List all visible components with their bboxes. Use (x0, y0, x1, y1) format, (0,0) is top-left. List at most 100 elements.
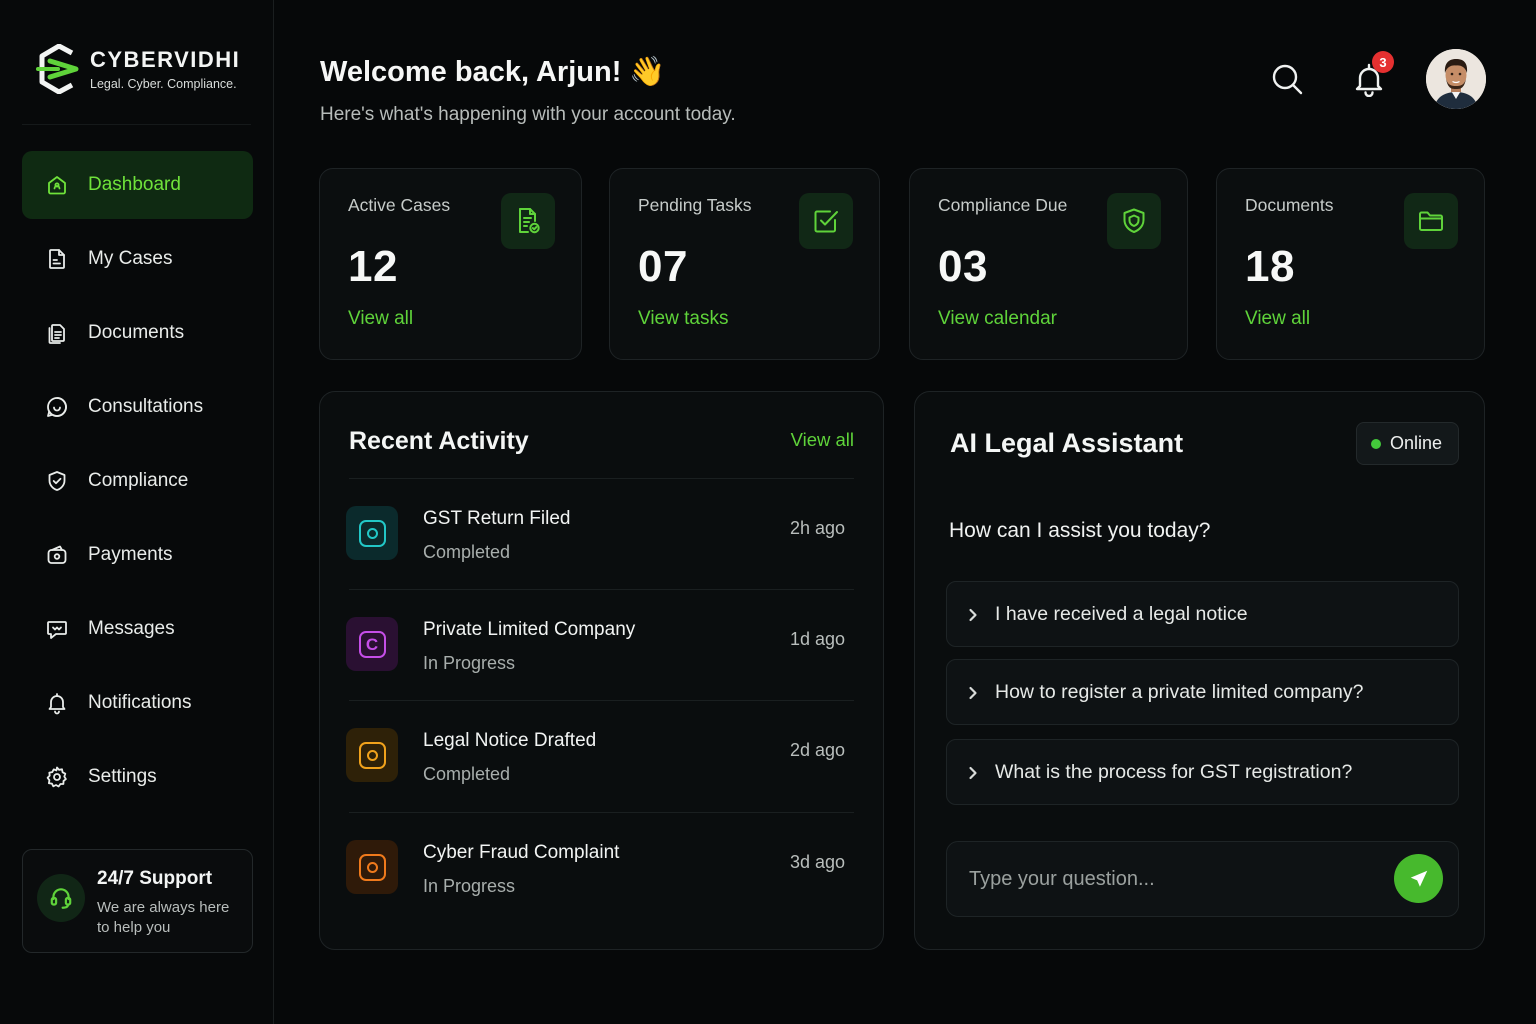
shield-check-icon (44, 468, 70, 494)
cybervidhi-logo-icon (36, 44, 79, 94)
activity-item[interactable]: C Private Limited Company In Progress 1d… (346, 615, 845, 705)
activity-item[interactable]: Legal Notice Drafted Completed 2d ago (346, 726, 845, 816)
brand-logo-block[interactable]: CYBERVIDHI Legal. Cyber. Compliance. (36, 44, 240, 94)
sidebar-item-payments[interactable]: Payments (22, 521, 253, 589)
activity-status-icon: C (346, 617, 398, 671)
folder-icon (1404, 193, 1458, 249)
suggestion-register-company[interactable]: How to register a private limited compan… (946, 659, 1459, 725)
support-text: We are always here to help you (97, 899, 230, 936)
activity-time: 2d ago (789, 740, 845, 760)
view-all-activity-link[interactable]: View all (791, 429, 854, 451)
view-calendar-link[interactable]: View calendar (938, 308, 1057, 330)
stat-card-compliance-due: Compliance Due 03 View calendar (909, 168, 1188, 360)
stat-card-pending-tasks: Pending Tasks 07 View tasks (609, 168, 880, 360)
chevron-right-icon (965, 684, 981, 700)
status-badge: Online (1355, 422, 1459, 465)
stat-value: 12 (348, 242, 398, 291)
activity-time: 1d ago (789, 629, 845, 649)
sidebar-item-label: Settings (88, 766, 157, 787)
chevron-right-icon (965, 606, 981, 622)
activity-item[interactable]: GST Return Filed Completed 2h ago (346, 504, 845, 594)
sidebar-item-dashboard[interactable]: Dashboard (22, 151, 253, 219)
sidebar-item-consultations[interactable]: Consultations (22, 373, 253, 441)
stat-value: 18 (1245, 242, 1295, 291)
page-title: Welcome back, Arjun! 👋 (320, 56, 666, 88)
consultation-icon (44, 394, 70, 420)
case-file-icon (44, 246, 70, 272)
notification-badge: 3 (1372, 51, 1394, 73)
recent-activity-title: Recent Activity (349, 427, 529, 455)
activity-status: In Progress (423, 876, 516, 896)
divider (22, 124, 251, 125)
activity-item[interactable]: Cyber Fraud Complaint In Progress 3d ago (346, 838, 845, 928)
activity-title: GST Return Filed (423, 508, 571, 529)
stat-value: 07 (638, 242, 688, 291)
activity-status: Completed (423, 764, 511, 784)
stat-value: 03 (938, 242, 988, 291)
send-icon (1410, 870, 1427, 887)
suggestion-text: How to register a private limited compan… (995, 680, 1364, 703)
sidebar-item-my-cases[interactable]: My Cases (22, 225, 253, 293)
question-input[interactable] (947, 842, 1387, 916)
sidebar-item-settings[interactable]: Settings (22, 743, 253, 811)
brand-name: CYBERVIDHI (90, 47, 241, 72)
divider (349, 589, 854, 590)
sidebar-item-label: Notifications (88, 692, 192, 713)
activity-status-icon (346, 728, 398, 782)
support-title: 24/7 Support (97, 868, 213, 889)
sidebar-item-label: My Cases (88, 248, 173, 269)
documents-icon (44, 320, 70, 346)
page-subtitle: Here's what's happening with your accoun… (320, 104, 736, 125)
sidebar-item-label: Documents (88, 322, 185, 343)
search-icon (1272, 64, 1303, 95)
sidebar-item-messages[interactable]: Messages (22, 595, 253, 663)
sidebar-item-label: Consultations (88, 396, 204, 417)
sidebar-item-compliance[interactable]: Compliance (22, 447, 253, 515)
suggestion-gst-registration[interactable]: What is the process for GST registration… (946, 739, 1459, 805)
user-avatar-icon (1426, 49, 1486, 109)
headset-icon (37, 874, 85, 922)
gear-icon (44, 764, 70, 790)
brand-tagline: Legal. Cyber. Compliance. (90, 77, 237, 91)
sidebar-item-documents[interactable]: Documents (22, 299, 253, 367)
view-tasks-link[interactable]: View tasks (638, 308, 728, 330)
stat-card-documents: Documents 18 View all (1216, 168, 1485, 360)
checkbox-icon (799, 193, 853, 249)
send-button[interactable] (1394, 854, 1443, 903)
divider (349, 478, 854, 479)
search-button[interactable] (1265, 57, 1309, 101)
assistant-prompt: How can I assist you today? (949, 519, 1211, 542)
activity-status: In Progress (423, 653, 516, 673)
divider (349, 812, 854, 813)
avatar[interactable] (1426, 49, 1486, 109)
online-dot-icon (1370, 438, 1381, 449)
sidebar: CYBERVIDHI Legal. Cyber. Compliance. Das… (0, 0, 274, 1024)
chevron-right-icon (965, 764, 981, 780)
ai-assistant-panel: AI Legal Assistant Online How can I assi… (914, 391, 1485, 950)
sidebar-item-label: Payments (88, 544, 173, 565)
bell-icon (44, 690, 70, 716)
status-text: Online (1389, 433, 1442, 453)
view-all-cases-link[interactable]: View all (348, 308, 413, 330)
sidebar-item-notifications[interactable]: Notifications (22, 669, 253, 737)
activity-status-icon (346, 506, 398, 560)
suggestion-legal-notice[interactable]: I have received a legal notice (946, 581, 1459, 647)
activity-title: Cyber Fraud Complaint (423, 842, 620, 863)
wallet-icon (44, 542, 70, 568)
sidebar-nav: Dashboard My Cases Documents Consultatio… (22, 151, 253, 817)
sidebar-item-label: Compliance (88, 470, 189, 491)
support-card[interactable]: 24/7 Support We are always here to help … (22, 849, 253, 953)
activity-title: Legal Notice Drafted (423, 730, 597, 751)
activity-status: Completed (423, 542, 511, 562)
activity-time: 2h ago (789, 518, 845, 538)
activity-title: Private Limited Company (423, 619, 636, 640)
suggestion-text: I have received a legal notice (995, 602, 1248, 625)
activity-status-icon (346, 840, 398, 894)
sidebar-item-label: Messages (88, 618, 175, 639)
view-all-documents-link[interactable]: View all (1245, 308, 1310, 330)
activity-time: 3d ago (789, 852, 845, 872)
chat-input-container (946, 841, 1459, 917)
stat-card-active-cases: Active Cases 12 View all (319, 168, 582, 360)
document-check-icon (501, 193, 555, 249)
ai-assistant-title: AI Legal Assistant (950, 428, 1184, 458)
